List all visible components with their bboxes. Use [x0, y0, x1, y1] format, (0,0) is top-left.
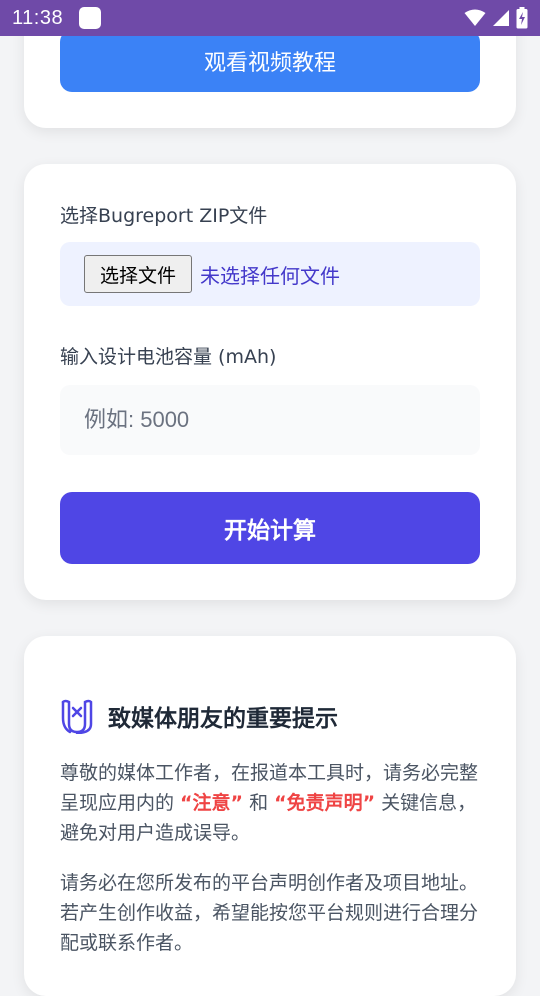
file-picker: 选择文件 未选择任何文件: [60, 242, 480, 306]
calculate-button[interactable]: 开始计算: [60, 492, 480, 564]
status-icons: [464, 7, 528, 29]
status-time: 11:38: [12, 6, 64, 29]
notice-title: 致媒体朋友的重要提示: [108, 706, 338, 732]
watch-video-button[interactable]: 观看视频教程: [60, 30, 480, 92]
wifi-icon: [464, 9, 486, 26]
media-icon: [61, 699, 93, 734]
zip-file-label: 选择Bugreport ZIP文件: [60, 205, 268, 227]
choose-file-button[interactable]: 选择文件: [84, 255, 192, 293]
notice-paragraph-1: 尊敬的媒体工作者，在报道本工具时，请务必完整呈现应用内的 “注意” 和 “免责声…: [60, 758, 484, 848]
notice-card: 致媒体朋友的重要提示 尊敬的媒体工作者，在报道本工具时，请务必完整呈现应用内的 …: [24, 636, 516, 996]
notice-text: 和: [243, 792, 275, 814]
battery-icon: [516, 7, 528, 29]
notice-header: 致媒体朋友的重要提示: [60, 698, 338, 734]
form-card: 选择Bugreport ZIP文件 选择文件 未选择任何文件 输入设计电池容量 …: [24, 164, 516, 600]
capacity-label: 输入设计电池容量 (mAh): [60, 346, 277, 368]
file-status: 未选择任何文件: [200, 263, 340, 288]
capacity-input[interactable]: [60, 385, 480, 455]
highlight-attention: “注意”: [180, 792, 244, 814]
status-bar: 11:38: [0, 0, 540, 36]
signal-icon: [493, 10, 509, 26]
notice-paragraph-2: 请务必在您所发布的平台声明创作者及项目地址。若产生创作收益，希望能按您平台规则进…: [60, 872, 479, 954]
notification-icon: [79, 7, 102, 29]
highlight-disclaimer: “免责声明”: [274, 792, 376, 814]
